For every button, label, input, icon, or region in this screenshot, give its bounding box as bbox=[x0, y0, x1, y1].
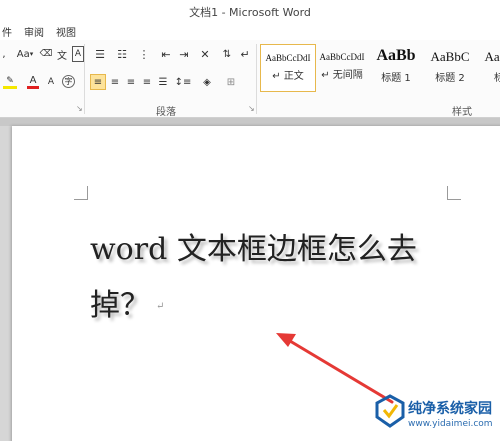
document-line: 掉？ bbox=[90, 288, 150, 323]
style-preview: AaBbC bbox=[484, 49, 500, 64]
ribbon-divider bbox=[256, 44, 257, 114]
document-line: word 文本框边框怎么去 bbox=[90, 232, 417, 267]
character-shading-label: A bbox=[47, 77, 55, 87]
document-line-wrapper: 掉？ ↵ bbox=[90, 278, 430, 335]
highlight-color-bar bbox=[3, 85, 17, 89]
bullets-icon[interactable]: ☰ bbox=[90, 46, 110, 62]
menu-item-review[interactable]: 审阅 bbox=[24, 24, 44, 39]
font-size-arrow-icon[interactable]: , bbox=[0, 46, 8, 62]
increase-indent-icon[interactable]: ⇥ bbox=[176, 46, 192, 62]
style-normal[interactable]: AaBbCcDdI ↵ 正文 bbox=[260, 44, 316, 92]
style-name: 标题 2 bbox=[435, 73, 465, 84]
ribbon-divider bbox=[84, 44, 85, 114]
watermark-logo-icon bbox=[375, 394, 405, 428]
phonetic-label: 文 bbox=[57, 50, 67, 62]
margin-corner-mark bbox=[74, 186, 88, 200]
show-marks-icon[interactable]: ↵ bbox=[238, 46, 252, 62]
align-right-icon[interactable]: ≡ bbox=[124, 74, 138, 90]
document-background bbox=[0, 118, 500, 126]
document-body[interactable]: word 文本框边框怎么去 掉？ ↵ bbox=[90, 222, 430, 335]
enclose-characters-icon[interactable]: 字 bbox=[62, 75, 75, 88]
style-no-spacing[interactable]: AaBbCcDdI ↵ 无间隔 bbox=[314, 44, 370, 92]
paragraph-dialog-launcher-icon[interactable]: ↘ bbox=[248, 104, 255, 113]
paragraph-group-label: 段落 bbox=[156, 107, 176, 118]
change-case-label: Aa bbox=[16, 48, 30, 60]
highlight-color-button[interactable]: ✎ bbox=[0, 74, 20, 90]
style-name: ↵ 无间隔 bbox=[321, 70, 363, 81]
menu-item-file[interactable]: 件 bbox=[2, 24, 12, 39]
align-center-icon[interactable]: ≡ bbox=[108, 74, 122, 90]
character-shading-icon[interactable]: A bbox=[44, 74, 58, 90]
paragraph-mark: ↵ bbox=[156, 301, 165, 312]
watermark-title: 纯净系统家园 bbox=[408, 401, 492, 417]
style-preview: AaBbCcDdI bbox=[319, 52, 365, 62]
watermark: 纯净系统家园 www.yidaimei.com bbox=[370, 388, 500, 441]
shading-bucket-icon[interactable]: ◈ bbox=[198, 74, 216, 90]
style-name: 标题 1 bbox=[381, 73, 411, 84]
phonetic-guide-icon[interactable]: 文 bbox=[54, 46, 70, 62]
font-dialog-launcher-icon[interactable]: ↘ bbox=[76, 104, 83, 113]
title-bar: 文档1 - Microsoft Word bbox=[0, 0, 500, 22]
style-preview: AaBbC bbox=[430, 49, 470, 64]
styles-group-label: 样式 bbox=[452, 107, 472, 118]
line-spacing-icon[interactable]: ↕≡ bbox=[174, 74, 192, 90]
style-preview: AaBb bbox=[376, 47, 416, 64]
change-case-button[interactable]: Aa ▾ bbox=[12, 46, 38, 62]
style-name: ↵ 正文 bbox=[272, 71, 304, 82]
watermark-url: www.yidaimei.com bbox=[408, 419, 493, 429]
align-left-button[interactable]: ≡ bbox=[90, 74, 106, 90]
style-name: 标题 bbox=[494, 73, 500, 84]
numbering-icon[interactable]: ☷ bbox=[112, 46, 132, 62]
clear-format-icon[interactable]: ⌫ bbox=[40, 46, 53, 62]
ribbon: , Aa ▾ ⌫ 文 A ✎ A A 字 ☰ ☷ ⋮ ⇤ ⇥ ✕ ⇅ ↵ ≡ ≡ … bbox=[0, 40, 500, 118]
font-color-button[interactable]: A bbox=[24, 74, 42, 90]
style-title[interactable]: AaBbC 标题 bbox=[476, 44, 500, 92]
sort-icon[interactable]: ⇅ bbox=[220, 46, 234, 62]
decrease-indent-icon[interactable]: ⇤ bbox=[158, 46, 174, 62]
font-color-bar bbox=[27, 85, 39, 89]
character-border-label: A bbox=[74, 49, 82, 59]
styles-gallery: AaBbCcDdI ↵ 正文 AaBbCcDdI ↵ 无间隔 AaBb 标题 1… bbox=[260, 44, 500, 92]
window-title: 文档1 - Microsoft Word bbox=[189, 6, 311, 19]
justify-icon[interactable]: ≡ bbox=[140, 74, 154, 90]
chinese-layout-icon[interactable]: ✕ bbox=[196, 46, 214, 62]
margin-corner-mark bbox=[447, 186, 461, 200]
highlight-pen-icon: ✎ bbox=[6, 75, 14, 86]
font-color-letter: A bbox=[29, 74, 37, 86]
multilevel-list-icon[interactable]: ⋮ bbox=[134, 46, 154, 62]
menu-item-view[interactable]: 视图 bbox=[56, 24, 76, 39]
menu-bar: 件 审阅 视图 bbox=[0, 22, 500, 40]
style-heading-1[interactable]: AaBb 标题 1 bbox=[368, 44, 424, 92]
character-border-icon[interactable]: A bbox=[72, 46, 84, 62]
style-preview: AaBbCcDdI bbox=[265, 53, 311, 63]
borders-icon[interactable]: ⊞ bbox=[222, 74, 240, 90]
style-heading-2[interactable]: AaBbC 标题 2 bbox=[422, 44, 478, 92]
distributed-icon[interactable]: ☰ bbox=[156, 74, 170, 90]
